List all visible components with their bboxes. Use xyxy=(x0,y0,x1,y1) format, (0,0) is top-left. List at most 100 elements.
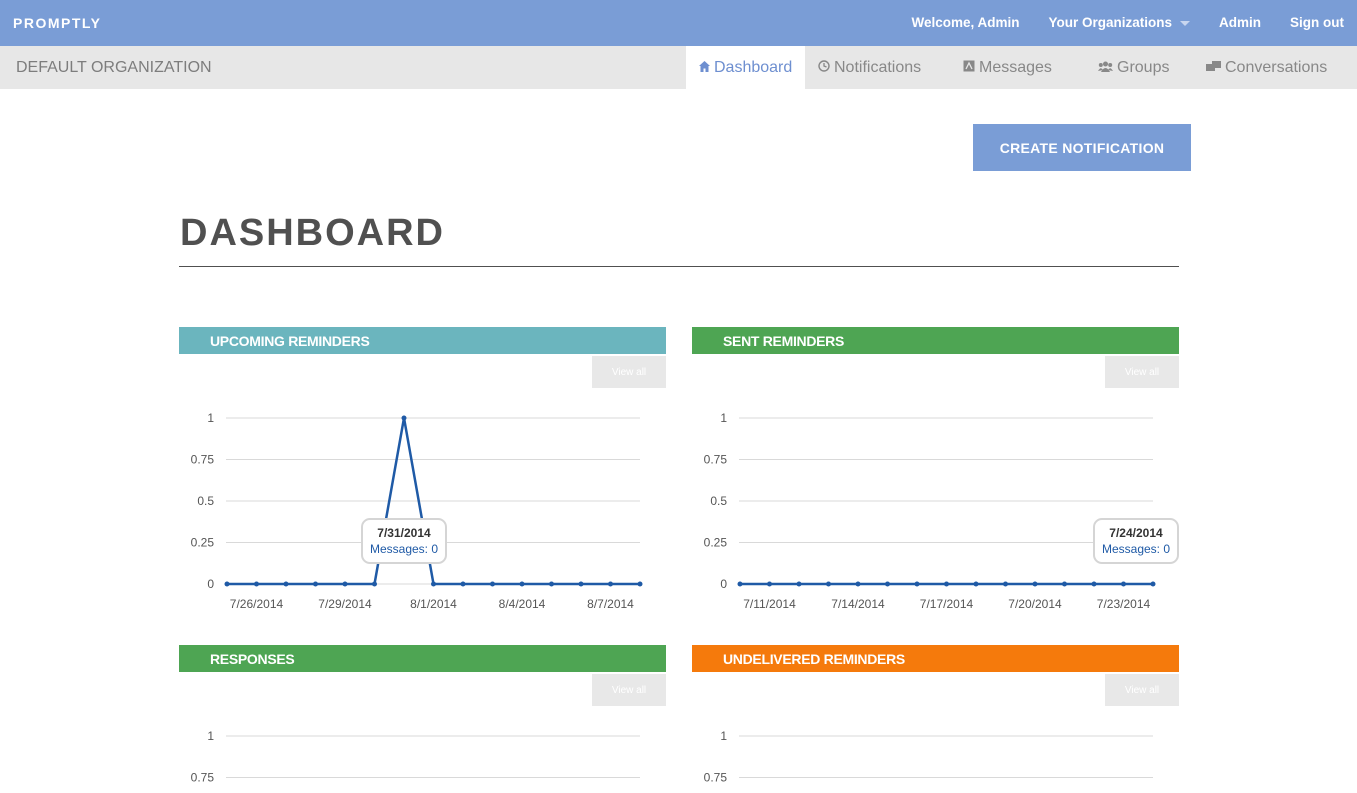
tab-label: Notifications xyxy=(834,58,922,76)
title-divider xyxy=(179,266,1179,267)
organizations-label: Your Organizations xyxy=(1048,15,1172,30)
x-tick-label: 7/26/2014 xyxy=(230,597,284,611)
data-point[interactable] xyxy=(1003,581,1008,587)
y-tick-label: 0 xyxy=(720,577,727,591)
data-point[interactable] xyxy=(944,581,949,587)
caret-down-icon xyxy=(1180,20,1190,26)
y-tick-label: 1 xyxy=(720,729,727,743)
view-all-button[interactable]: View all xyxy=(1105,674,1179,706)
brand-logo[interactable]: PROMPTLY xyxy=(13,15,102,31)
panel-title: UNDELIVERED REMINDERS xyxy=(692,645,1179,672)
data-point[interactable] xyxy=(1091,581,1097,587)
tab-groups[interactable]: Groups xyxy=(1085,46,1193,89)
data-point[interactable] xyxy=(1062,581,1067,587)
tab-notifications[interactable]: Notifications xyxy=(805,46,950,89)
data-point[interactable] xyxy=(914,581,920,587)
y-tick-label: 0.5 xyxy=(197,494,214,508)
panel-title: RESPONSES xyxy=(179,645,666,672)
x-tick-label: 8/7/2014 xyxy=(587,597,634,611)
y-tick-label: 0.25 xyxy=(191,536,215,550)
data-point[interactable] xyxy=(1150,581,1156,587)
data-point[interactable] xyxy=(737,581,743,587)
y-tick-label: 1 xyxy=(207,729,214,743)
y-tick-label: 1 xyxy=(720,411,727,425)
clock-icon xyxy=(818,60,830,75)
data-point[interactable] xyxy=(578,581,584,587)
data-point[interactable] xyxy=(608,581,613,587)
data-point[interactable] xyxy=(519,581,525,587)
data-point[interactable] xyxy=(885,581,890,587)
y-tick-label: 0.75 xyxy=(191,453,215,467)
y-tick-label: 0.75 xyxy=(704,453,728,467)
x-tick-label: 7/17/2014 xyxy=(920,597,974,611)
data-point[interactable] xyxy=(372,581,377,587)
welcome-text: Welcome, Admin xyxy=(911,15,1020,30)
home-icon xyxy=(699,60,710,75)
x-tick-label: 7/14/2014 xyxy=(831,597,885,611)
data-point[interactable] xyxy=(767,581,772,587)
y-tick-label: 0 xyxy=(207,577,214,591)
tab-label: Conversations xyxy=(1225,58,1328,76)
undelivered-reminders-chart: 10.75 xyxy=(704,729,1153,785)
tooltip-value: Messages: 0 xyxy=(370,542,438,556)
data-point[interactable] xyxy=(973,581,979,587)
tooltip-value: Messages: 0 xyxy=(1102,542,1170,556)
panel-title: SENT REMINDERS xyxy=(692,327,1179,354)
data-point[interactable] xyxy=(431,581,436,587)
data-point[interactable] xyxy=(826,581,831,587)
organization-bar: DEFAULT ORGANIZATION Dashboard Notificat… xyxy=(0,46,1357,89)
y-tick-label: 0.25 xyxy=(704,536,728,550)
groups-icon xyxy=(1098,61,1113,75)
create-notification-button[interactable]: CREATE NOTIFICATION xyxy=(973,124,1191,171)
y-tick-label: 0.75 xyxy=(191,771,215,785)
tab-conversations[interactable]: Conversations xyxy=(1193,46,1338,89)
top-nav-links: Welcome, Admin Your Organizations Admin … xyxy=(911,15,1344,30)
sent-reminders-panel: SENT REMINDERS View all 1 0.75 0.5 0.25 0 7/1… xyxy=(692,327,1179,617)
x-tick-label: 7/11/2014 xyxy=(743,597,796,611)
data-point[interactable] xyxy=(490,581,495,587)
data-point[interactable] xyxy=(254,581,259,587)
admin-link[interactable]: Admin xyxy=(1219,15,1261,30)
panel-title: UPCOMING REMINDERS xyxy=(179,327,666,354)
view-all-button[interactable]: View all xyxy=(1105,356,1179,388)
upcoming-reminders-chart: 1 0.75 0.5 0.25 0 7/26/2014 7/29/2014 8/1/2014 8… xyxy=(191,411,643,611)
view-all-button[interactable]: View all xyxy=(592,356,666,388)
sent-reminders-chart: 1 0.75 0.5 0.25 0 7/11/2014 7/14/2014 7/17/2014… xyxy=(704,411,1179,611)
x-tick-label: 7/20/2014 xyxy=(1008,597,1062,611)
view-all-button[interactable]: View all xyxy=(592,674,666,706)
data-point[interactable] xyxy=(224,581,230,587)
chart-tooltip: 7/31/2014 Messages: 0 xyxy=(361,518,447,564)
organization-name: DEFAULT ORGANIZATION xyxy=(16,59,212,76)
tab-dashboard[interactable]: Dashboard xyxy=(686,46,805,89)
data-point[interactable] xyxy=(1032,581,1038,587)
tab-label: Messages xyxy=(979,58,1052,76)
message-icon xyxy=(963,60,975,75)
tab-label: Dashboard xyxy=(714,58,793,76)
upcoming-reminders-panel: UPCOMING REMINDERS View all 1 0.75 0.5 0.25… xyxy=(179,327,666,617)
y-tick-label: 0.75 xyxy=(704,771,728,785)
organizations-dropdown[interactable]: Your Organizations xyxy=(1048,15,1190,30)
page-title: DASHBOARD xyxy=(180,212,445,254)
responses-panel: RESPONSES View all 1 0.75 xyxy=(179,645,666,792)
y-tick-label: 0.5 xyxy=(710,494,727,508)
data-point[interactable] xyxy=(1121,581,1126,587)
main-tabs: Dashboard Notifications Messages Groups … xyxy=(686,46,1338,89)
data-point[interactable] xyxy=(313,581,318,587)
responses-chart: 10.75 xyxy=(191,729,640,785)
tooltip-date: 7/24/2014 xyxy=(1109,526,1163,540)
data-point[interactable] xyxy=(855,581,861,587)
tab-messages[interactable]: Messages xyxy=(950,46,1085,89)
data-point[interactable] xyxy=(549,581,554,587)
x-tick-label: 7/29/2014 xyxy=(318,597,372,611)
data-point[interactable] xyxy=(342,581,348,587)
sign-out-link[interactable]: Sign out xyxy=(1290,15,1344,30)
data-point[interactable] xyxy=(637,581,643,587)
data-point[interactable] xyxy=(283,581,289,587)
tooltip-date: 7/31/2014 xyxy=(377,526,431,540)
x-tick-label: 8/1/2014 xyxy=(410,597,457,611)
data-point[interactable] xyxy=(401,415,407,421)
data-point[interactable] xyxy=(796,581,802,587)
y-tick-label: 1 xyxy=(207,411,214,425)
top-navbar: PROMPTLY Welcome, Admin Your Organizatio… xyxy=(0,0,1357,46)
data-point[interactable] xyxy=(460,581,466,587)
